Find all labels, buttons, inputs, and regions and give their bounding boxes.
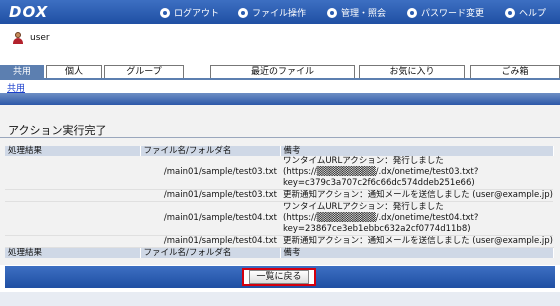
tab-group[interactable]: グループ bbox=[104, 65, 184, 78]
notes-cell: 更新通知アクション：通知メールを送信しました (user@example.jp) bbox=[280, 235, 553, 248]
title-divider bbox=[0, 137, 560, 138]
tab-recent-files[interactable]: 最近のファイル bbox=[210, 65, 355, 78]
password-change-link[interactable]: パスワード変更 bbox=[407, 6, 484, 19]
file-path: /main01/sample/test04.txt bbox=[140, 201, 280, 236]
app-logo: DOX bbox=[9, 3, 49, 21]
header-divider-bar bbox=[0, 93, 560, 105]
file-path: /main01/sample/test03.txt bbox=[140, 156, 280, 190]
tab-underline bbox=[0, 78, 560, 80]
folder-tabs: 共用 個人 グループ 最近のファイル お気に入り ごみ箱 bbox=[0, 65, 560, 79]
tab-favorites[interactable]: お気に入り bbox=[359, 65, 465, 78]
col-footer-result: 処理結果 bbox=[5, 247, 141, 258]
file-ops-icon bbox=[238, 7, 248, 18]
tab-shared[interactable]: 共用 bbox=[0, 65, 44, 78]
col-footer-notes: 備考 bbox=[280, 247, 554, 258]
col-header-filename: ファイル名/フォルダ名 bbox=[140, 146, 281, 156]
table-row: /main01/sample/test04.txt ワンタイムURLアクション：… bbox=[5, 201, 553, 236]
notes-cell: ワンタイムURLアクション：発行しました (https://▒▒▒▒▒▒▒▒▒/… bbox=[280, 201, 553, 236]
table-row: /main01/sample/test03.txt 更新通知アクション：通知メー… bbox=[5, 189, 553, 202]
table-footer-row: 処理結果 ファイル名/フォルダ名 備考 bbox=[5, 247, 554, 258]
table-header-row: 処理結果 ファイル名/フォルダ名 備考 bbox=[5, 146, 554, 156]
notes-cell: 更新通知アクション：通知メールを送信しました (user@example.jp) bbox=[280, 189, 553, 202]
password-icon bbox=[407, 7, 417, 18]
tab-trash[interactable]: ごみ箱 bbox=[470, 65, 560, 78]
col-footer-filename: ファイル名/フォルダ名 bbox=[140, 247, 281, 258]
logout-icon bbox=[160, 7, 170, 18]
page-title: アクション実行完了 bbox=[8, 124, 107, 137]
file-path: /main01/sample/test04.txt bbox=[140, 235, 280, 248]
tab-personal[interactable]: 個人 bbox=[46, 65, 102, 78]
admin-link[interactable]: 管理・照会 bbox=[327, 6, 386, 19]
help-link[interactable]: ヘルプ bbox=[505, 6, 546, 19]
col-header-notes: 備考 bbox=[280, 146, 554, 156]
back-to-list-label: 一覧に戻る bbox=[249, 270, 309, 284]
file-path: /main01/sample/test03.txt bbox=[140, 189, 280, 202]
file-ops-link[interactable]: ファイル操作 bbox=[238, 6, 306, 19]
logout-link[interactable]: ログアウト bbox=[160, 6, 219, 19]
username: user bbox=[30, 33, 50, 43]
user-info: user bbox=[12, 32, 50, 44]
result-table: 処理結果 ファイル名/フォルダ名 備考 /main01/sample/test0… bbox=[5, 146, 554, 258]
help-icon bbox=[505, 7, 515, 18]
back-to-list-button[interactable]: 一覧に戻る bbox=[242, 268, 316, 286]
top-header: DOX ログアウト ファイル操作 管理・照会 パスワード変更 ヘルプ bbox=[0, 0, 560, 24]
table-row: /main01/sample/test04.txt 更新通知アクション：通知メー… bbox=[5, 235, 553, 248]
footer bbox=[0, 292, 560, 306]
admin-icon bbox=[327, 7, 337, 18]
col-header-result: 処理結果 bbox=[5, 146, 141, 156]
notes-cell: ワンタイムURLアクション：発行しました (https://▒▒▒▒▒▒▒▒▒/… bbox=[280, 156, 553, 190]
table-row: /main01/sample/test03.txt ワンタイムURLアクション：… bbox=[5, 156, 553, 190]
user-icon bbox=[12, 32, 24, 44]
